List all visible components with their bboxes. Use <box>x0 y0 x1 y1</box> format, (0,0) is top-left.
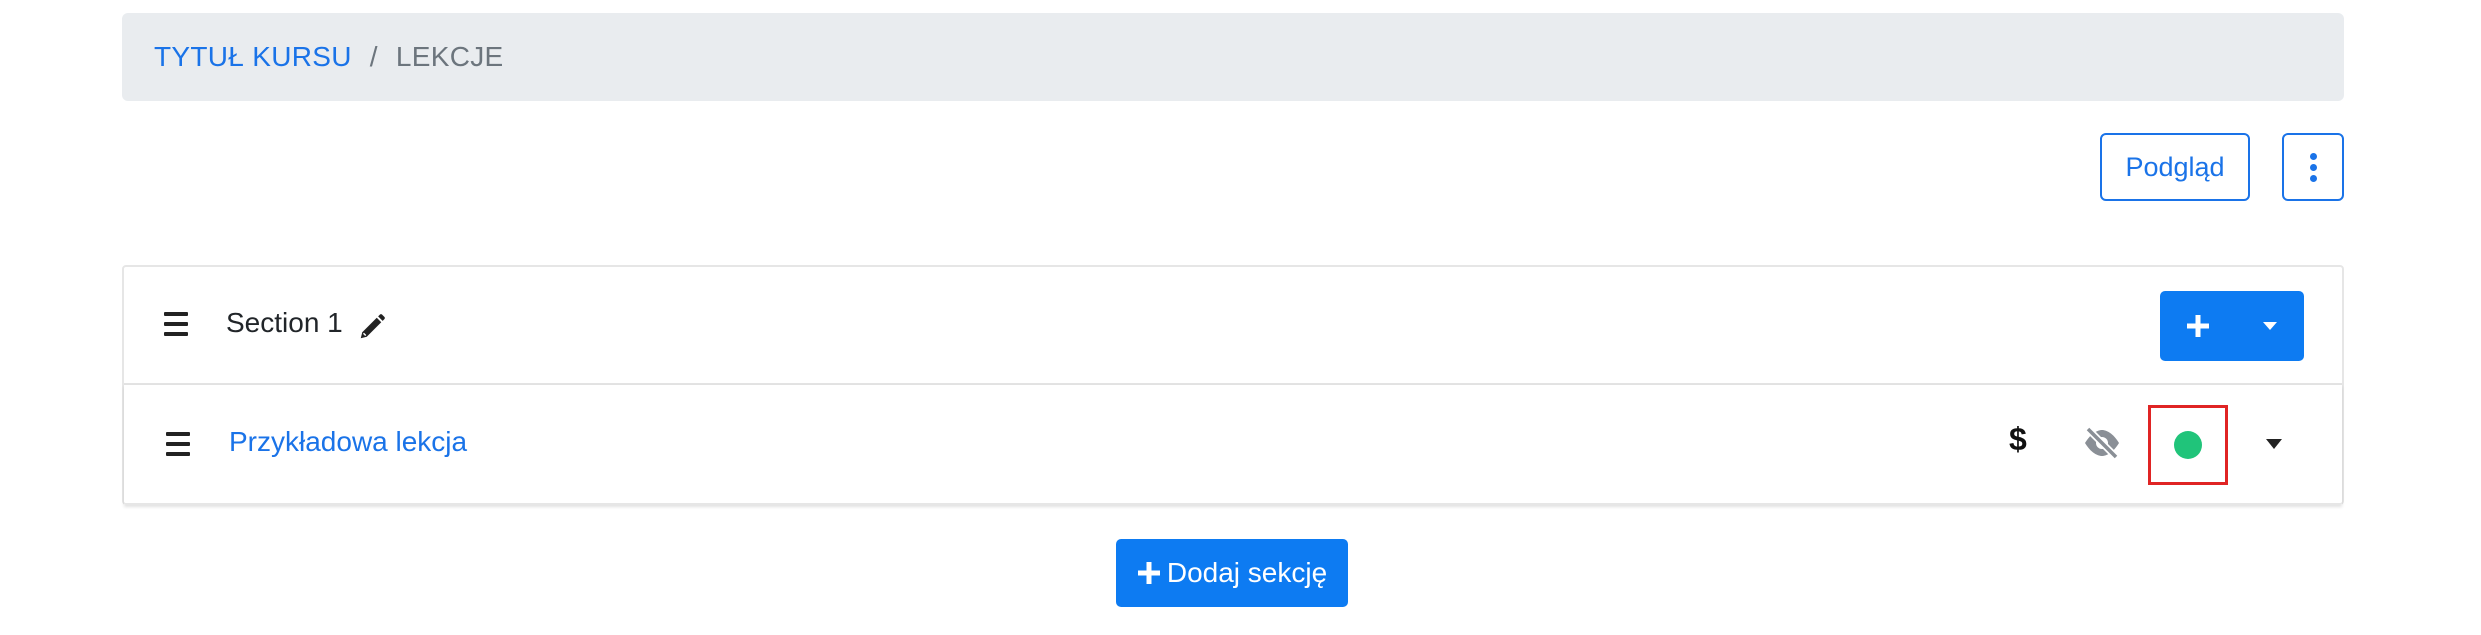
breadcrumb-separator: / <box>369 41 378 72</box>
breadcrumb-course-link[interactable]: TYTUŁ KURSU <box>154 41 352 73</box>
publish-status-toggle[interactable] <box>2148 405 2228 485</box>
section-header: Section 1 <box>124 267 2342 385</box>
kebab-vertical-icon <box>2309 152 2317 182</box>
breadcrumb: TYTUŁ KURSU / LEKCJE <box>122 13 2344 101</box>
dollar-icon[interactable]: $ <box>2009 421 2027 458</box>
preview-button[interactable]: Podgląd <box>2100 133 2250 201</box>
status-dot-icon <box>2174 431 2202 459</box>
add-section-label: Dodaj sekcję <box>1166 557 1328 588</box>
lesson-row: Przykładowa lekcja $ <box>124 385 2342 505</box>
add-lesson-split-button[interactable] <box>2160 291 2304 361</box>
section-title: Section 1 <box>226 307 343 338</box>
section-card: Section 1 Przykładowa lekcja $ <box>122 265 2344 505</box>
drag-handle-icon[interactable] <box>164 312 188 336</box>
pencil-icon[interactable] <box>357 312 387 342</box>
add-section-button[interactable]: Dodaj sekcję <box>1116 539 1348 607</box>
caret-down-icon[interactable] <box>2236 291 2304 361</box>
more-options-button[interactable] <box>2282 133 2344 201</box>
breadcrumb-current: LEKCJE <box>395 41 504 72</box>
plus-icon <box>1137 562 1160 584</box>
eye-slash-icon[interactable] <box>2082 425 2122 461</box>
caret-down-icon[interactable] <box>2264 437 2284 451</box>
lesson-title-link[interactable]: Przykładowa lekcja <box>229 426 467 458</box>
drag-handle-icon[interactable] <box>166 432 190 456</box>
plus-icon[interactable] <box>2160 291 2236 361</box>
preview-button-label: Podgląd <box>2125 151 2225 182</box>
